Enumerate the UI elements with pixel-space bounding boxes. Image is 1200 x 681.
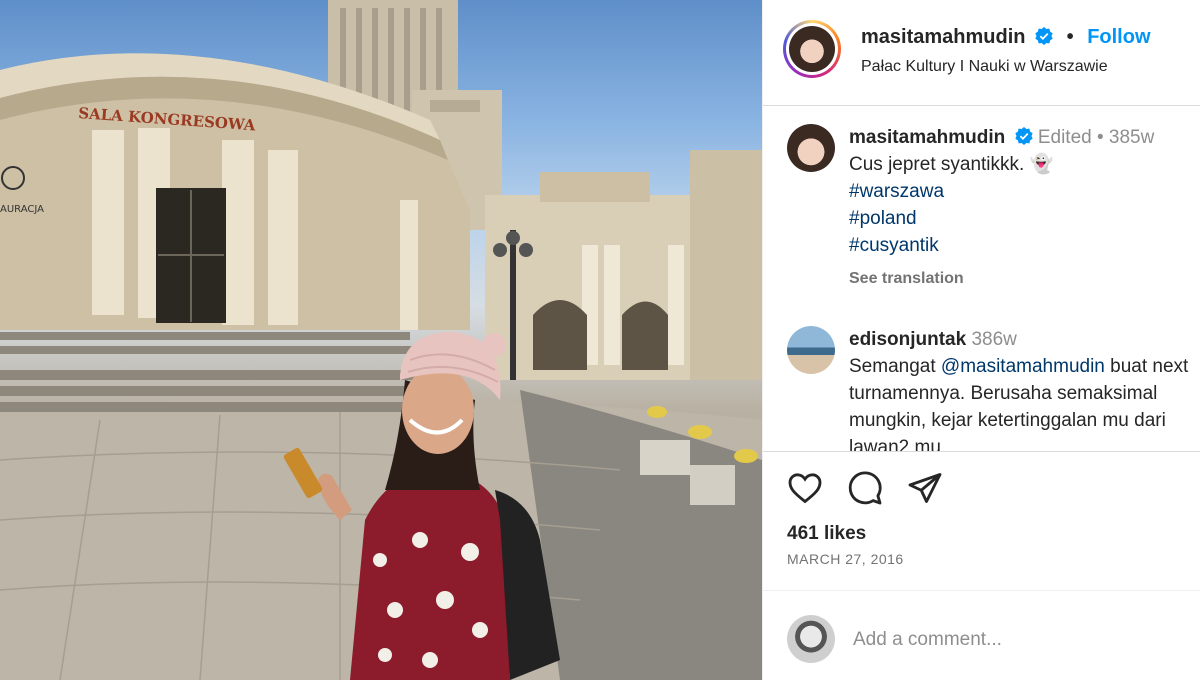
commenter-avatar[interactable] [787, 326, 835, 374]
comment-bubble-icon[interactable] [847, 470, 883, 506]
commenter-username[interactable]: edisonjuntak [849, 329, 966, 350]
hashtag-link[interactable]: #poland [849, 205, 1189, 232]
comments-list[interactable]: masitamahmudin Edited • 385w Cus jepret … [763, 106, 1200, 452]
side-sign: AURACJA [0, 204, 44, 215]
current-user-avatar [787, 615, 835, 663]
comment-age: 386w [971, 329, 1017, 350]
add-comment-bar [763, 590, 1200, 681]
likes-count[interactable]: 461 likes [787, 523, 866, 545]
hashtag-link[interactable]: #cusyantik [849, 232, 1189, 259]
author-username[interactable]: masitamahmudin [861, 26, 1025, 48]
caption-age: 385w [1108, 127, 1155, 148]
post-date: MARCH 27, 2016 [787, 551, 904, 567]
verified-badge-icon [1035, 27, 1053, 45]
post-detail-panel: masitamahmudin • Follow Pałac Kultury I … [762, 0, 1200, 680]
caption-username[interactable]: masitamahmudin [849, 127, 1005, 148]
heart-icon[interactable] [787, 470, 823, 506]
location-link[interactable]: Pałac Kultury I Nauki w Warszawie [861, 58, 1108, 76]
add-comment-input[interactable] [851, 621, 1175, 659]
paper-plane-icon[interactable] [907, 470, 943, 506]
header-separator: • [1066, 26, 1074, 48]
header-user-line: masitamahmudin • Follow [861, 26, 1151, 49]
caption-separator: • [1096, 127, 1104, 148]
post-header: masitamahmudin • Follow Pałac Kultury I … [763, 0, 1200, 106]
post-photo[interactable]: SALA KONGRESOWA AURACJA [0, 0, 762, 680]
edited-label: Edited [1037, 127, 1092, 148]
hashtag-link[interactable]: #warszawa [849, 178, 1189, 205]
caption-text: Cus jepret syantikkk. [849, 154, 1025, 175]
ghost-emoji: 👻 [1029, 154, 1054, 175]
comment-text-before: Semangat [849, 356, 941, 377]
post-photo-illustration: SALA KONGRESOWA AURACJA [0, 0, 762, 680]
mention-link[interactable]: @masitamahmudin [941, 356, 1105, 377]
author-avatar[interactable] [783, 20, 841, 78]
verified-badge-icon [1014, 127, 1033, 145]
see-translation-button[interactable]: See translation [849, 265, 1189, 292]
caption-author-avatar[interactable] [787, 124, 835, 172]
follow-button[interactable]: Follow [1087, 26, 1150, 48]
